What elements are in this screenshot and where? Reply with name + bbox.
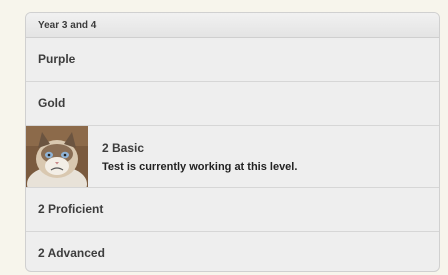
section-header: Year 3 and 4 xyxy=(26,13,439,38)
level-label: Purple xyxy=(38,52,76,66)
level-row-purple[interactable]: Purple xyxy=(26,38,439,82)
level-row-2-advanced[interactable]: 2 Advanced xyxy=(26,232,439,271)
level-label: 2 Advanced xyxy=(38,246,105,260)
level-row-2-basic[interactable]: 2 Basic Test is currently working at thi… xyxy=(26,126,439,188)
levels-panel: Year 3 and 4 Purple Gold 2 Basic Test is… xyxy=(25,12,440,272)
level-label: Gold xyxy=(38,96,66,110)
level-label: 2 Basic xyxy=(102,141,145,155)
level-label: 2 Proficient xyxy=(38,202,104,216)
level-row-gold[interactable]: Gold xyxy=(26,82,439,126)
cat-avatar-image xyxy=(26,126,88,187)
level-status-text: Test is currently working at this level. xyxy=(102,161,298,173)
level-row-2-proficient[interactable]: 2 Proficient xyxy=(26,188,439,232)
